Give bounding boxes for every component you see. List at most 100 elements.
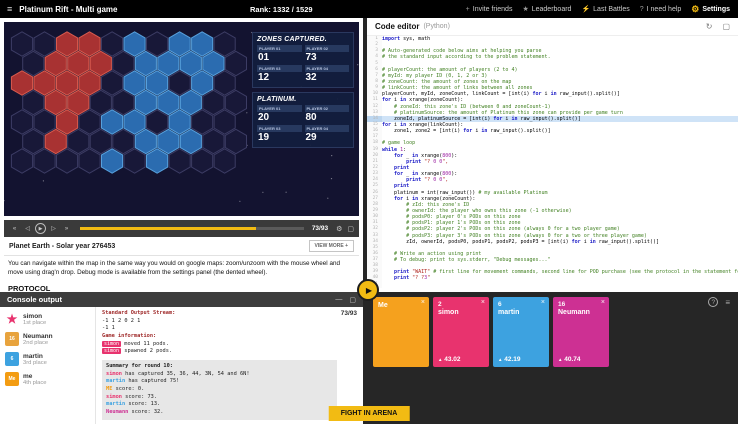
viewer-fullscreen-icon[interactable]: ▢ xyxy=(347,225,354,233)
map-caption: Planet Earth - Solar year 276453 xyxy=(9,243,309,250)
help-text: You can navigate within the map in the s… xyxy=(8,259,356,278)
log-line: simon has captured 35, 36, 44, 3N, 54 an… xyxy=(106,371,333,379)
player-score-value: 73 xyxy=(305,52,350,63)
topbar-invite-friends[interactable]: +Invite friends xyxy=(466,6,513,13)
agents-help-icon[interactable]: ? xyxy=(708,297,718,307)
game-viewer-panel: ZONES CAPTURED. PLAYER 0101PLAYER 0273PL… xyxy=(0,18,363,292)
player-label: PLAYER 03 xyxy=(257,125,302,132)
view-more-button[interactable]: VIEW MORE + xyxy=(309,240,354,252)
player-card-name: Neumann xyxy=(558,309,604,316)
console-expand-icon[interactable]: ▢ xyxy=(349,296,356,304)
rewind-icon[interactable]: « xyxy=(9,223,20,234)
topbar-settings[interactable]: ⚙Settings xyxy=(691,4,730,15)
player-score-value: 32 xyxy=(305,72,350,83)
frame-counter: 73/93 xyxy=(312,225,328,232)
player-avatar: Me xyxy=(5,372,19,386)
editor-expand-icon[interactable]: ▢ xyxy=(722,22,730,31)
viewer-settings-gear-icon[interactable]: ⚙ xyxy=(336,225,342,233)
standings-row[interactable]: 6 martin3rd place xyxy=(0,349,95,369)
fast-forward-icon[interactable]: » xyxy=(61,223,72,234)
log-line: -1 1 xyxy=(102,325,357,333)
score-cell: PLAYER 0280 xyxy=(305,105,350,123)
score-cell: PLAYER 0101 xyxy=(257,45,302,63)
player-score-value: 80 xyxy=(305,112,350,123)
player-avatar: ★ xyxy=(5,312,19,326)
player-rank: 2 xyxy=(438,301,484,308)
topbar-need-help[interactable]: ?I need help xyxy=(640,6,682,13)
player-card: ×2simon▲ 43.02 xyxy=(433,297,489,367)
player-card-name: Me xyxy=(378,302,424,309)
game-canvas[interactable]: ZONES CAPTURED. PLAYER 0101PLAYER 0273PL… xyxy=(4,22,359,216)
editor-header: Code editor (Python) ↻ ▢ xyxy=(367,18,738,36)
topbar-leaderboard[interactable]: ★Leaderboard xyxy=(522,5,571,13)
remove-player-icon[interactable]: × xyxy=(421,299,425,306)
rank-label: Rank: 1332 / 1529 xyxy=(250,5,313,14)
editor-reload-icon[interactable]: ↻ xyxy=(706,22,713,31)
app-title: Platinum Rift - Multi game xyxy=(19,5,117,14)
player-score-value: 01 xyxy=(257,52,302,63)
platinum-title: PLATINUM. xyxy=(257,96,349,103)
console-frame-counter: 73/93 xyxy=(341,309,357,318)
player-name: me xyxy=(23,373,47,380)
standings-list: ★ simon1st place16 Neumann2nd place6 mar… xyxy=(0,307,96,424)
run-code-button[interactable]: ▶ xyxy=(357,279,379,301)
log-line: Neumann score: 32. xyxy=(106,409,333,417)
score-up-icon: ▲ xyxy=(498,357,502,362)
log-line: ME score: 0. xyxy=(106,386,333,394)
agents-menu-icon[interactable]: ≡ xyxy=(725,298,730,307)
log-line: simon spawned 2 pods. xyxy=(102,348,357,356)
playback-controls: « ◁ ▶ ▷ » 73/93 ⚙ ▢ xyxy=(4,220,359,237)
player-place: 2nd place xyxy=(23,340,53,346)
player-avatar: 6 xyxy=(5,352,19,366)
player-card-score: ▲ 40.74 xyxy=(558,356,581,363)
player-name: martin xyxy=(23,353,47,360)
console-body: ★ simon1st place16 Neumann2nd place6 mar… xyxy=(0,307,363,424)
console-minimize-icon[interactable]: — xyxy=(335,296,342,303)
scoreboard: ZONES CAPTURED. PLAYER 0101PLAYER 0273PL… xyxy=(252,32,354,152)
player-cards: ×Me×2simon▲ 43.02×6martin▲ 42.19×16Neuma… xyxy=(373,297,609,367)
log-line: Game information: xyxy=(102,333,357,341)
player-card-score: ▲ 43.02 xyxy=(438,356,461,363)
standings-row[interactable]: ★ simon1st place xyxy=(0,309,95,329)
player-label: PLAYER 01 xyxy=(257,105,302,112)
player-label: PLAYER 04 xyxy=(305,125,350,132)
log-line: martin has captured 75! xyxy=(106,378,333,386)
topbar-nav: +Invite friends ★Leaderboard ⚡Last Battles… xyxy=(466,4,738,15)
agents-toolbar: ? ≡ xyxy=(708,297,730,307)
player-place: 1st place xyxy=(23,320,46,326)
player-place: 3rd place xyxy=(23,360,47,366)
platinum-section: PLATINUM. PLAYER 0120PLAYER 0280PLAYER 0… xyxy=(252,92,354,148)
fight-in-arena-button[interactable]: FIGHT IN ARENA xyxy=(329,406,410,421)
player-card: ×6martin▲ 42.19 xyxy=(493,297,549,367)
log-line: Summary for round 10: xyxy=(106,363,333,371)
score-cell: PLAYER 0312 xyxy=(257,65,302,83)
play-icon[interactable]: ▶ xyxy=(35,223,46,234)
player-label: PLAYER 01 xyxy=(257,45,302,52)
log-line: martin score: 13. xyxy=(106,401,333,409)
score-cell: PLAYER 0429 xyxy=(305,125,350,143)
score-cell: PLAYER 0432 xyxy=(305,65,350,83)
progress-bar[interactable] xyxy=(80,227,304,230)
standings-row[interactable]: 16 Neumann2nd place xyxy=(0,329,95,349)
console-log[interactable]: 73/93 Standard Output Stream:-1 1 2 0 2 … xyxy=(96,307,363,424)
log-line: simon score: 73. xyxy=(106,394,333,402)
console-header: Console output — ▢ xyxy=(0,292,363,307)
round-summary: Summary for round 10:simon has captured … xyxy=(102,360,337,420)
next-frame-icon[interactable]: ▷ xyxy=(48,223,59,234)
log-line: -1 1 2 0 2 1 xyxy=(102,318,357,326)
topbar: ≡ Platinum Rift - Multi game Rank: 1332 … xyxy=(0,0,738,18)
code-editor-panel: Code editor (Python) ↻ ▢ 1import sys, ma… xyxy=(367,18,738,292)
hamburger-menu-icon[interactable]: ≡ xyxy=(0,4,19,14)
prev-frame-icon[interactable]: ◁ xyxy=(22,223,33,234)
editor-title: Code editor xyxy=(375,22,419,31)
zones-captured-section: ZONES CAPTURED. PLAYER 0101PLAYER 0273PL… xyxy=(252,32,354,88)
app: ≡ Platinum Rift - Multi game Rank: 1332 … xyxy=(0,0,738,424)
standings-row[interactable]: Me me4th place xyxy=(0,369,95,389)
score-cell: PLAYER 0319 xyxy=(257,125,302,143)
score-up-icon: ▲ xyxy=(438,357,442,362)
code-area[interactable]: 1import sys, math2 3# Auto-generated cod… xyxy=(367,36,738,292)
player-avatar: 16 xyxy=(5,332,19,346)
invite-friends-icon: + xyxy=(466,6,470,13)
leaderboard-icon: ★ xyxy=(522,5,528,13)
topbar-last-battles[interactable]: ⚡Last Battles xyxy=(581,5,629,13)
